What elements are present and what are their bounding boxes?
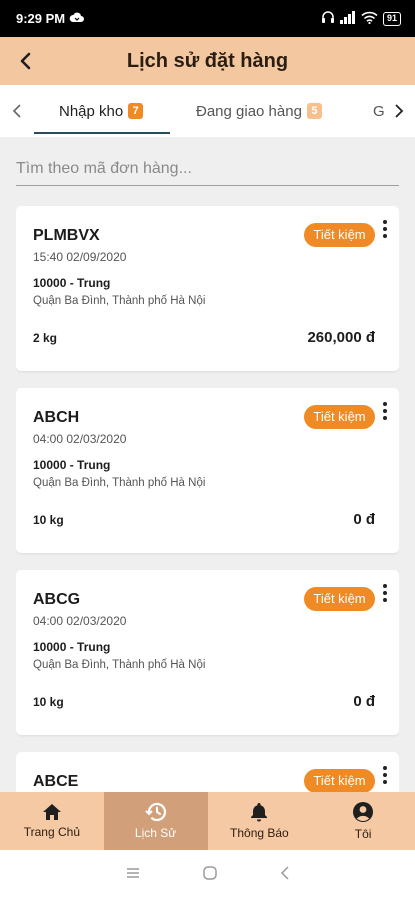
menu-icon[interactable] bbox=[126, 866, 140, 884]
system-back-icon[interactable] bbox=[280, 865, 290, 885]
shipping-type-badge: Tiết kiệm bbox=[304, 405, 375, 429]
back-button[interactable] bbox=[8, 43, 44, 79]
order-code: ABCG bbox=[33, 591, 81, 608]
order-code: PLMBVX bbox=[33, 227, 100, 244]
nav-account[interactable]: Tôi bbox=[311, 792, 415, 850]
tab-count-badge: 5 bbox=[306, 103, 322, 119]
order-date: 04:00 02/03/2020 bbox=[33, 614, 127, 628]
order-weight: 10 kg bbox=[33, 513, 64, 527]
shipping-type-badge: Tiết kiệm bbox=[304, 587, 375, 611]
order-price: 260,000 đ bbox=[307, 329, 375, 346]
order-weight: 10 kg bbox=[33, 695, 64, 709]
active-tab-indicator bbox=[34, 132, 170, 134]
account-icon bbox=[353, 802, 374, 822]
order-date: 15:40 02/09/2020 bbox=[33, 250, 127, 264]
home-button-icon[interactable] bbox=[202, 865, 218, 886]
nav-history[interactable]: Lịch Sử bbox=[103, 792, 208, 850]
history-icon bbox=[144, 802, 166, 822]
tab-nhap-kho[interactable]: Nhập kho 7 bbox=[59, 85, 144, 137]
order-receiver: 10000 - Trung bbox=[33, 640, 111, 654]
app-root: 9:29 PM 91 Lịch sử đặt hàng Nhập kho 7 Đ… bbox=[0, 0, 415, 900]
tab-label: G bbox=[373, 102, 385, 120]
order-card[interactable]: ABCH 04:00 02/03/2020 10000 - Trung Quận… bbox=[16, 388, 399, 553]
cloud-icon bbox=[69, 11, 85, 26]
chevron-left-icon bbox=[12, 104, 21, 118]
home-icon bbox=[42, 804, 61, 820]
app-bar: Lịch sử đặt hàng bbox=[0, 37, 415, 85]
more-options-icon[interactable] bbox=[378, 764, 392, 786]
tabs-scroll-left-button[interactable] bbox=[5, 95, 29, 127]
tab-dang-giao-hang[interactable]: Đang giao hàng 5 bbox=[196, 85, 322, 137]
order-price: 0 đ bbox=[353, 693, 375, 710]
nav-home[interactable]: Trang Chủ bbox=[0, 792, 104, 850]
tab-label: Nhập kho bbox=[59, 102, 124, 120]
order-card[interactable]: PLMBVX 15:40 02/09/2020 10000 - Trung Qu… bbox=[16, 206, 399, 371]
order-address: Quận Ba Đình, Thành phố Hà Nội bbox=[33, 659, 206, 671]
order-weight: 2 kg bbox=[33, 331, 58, 345]
order-address: Quận Ba Đình, Thành phố Hà Nội bbox=[33, 477, 206, 489]
more-options-icon[interactable] bbox=[378, 400, 392, 422]
chevron-right-icon bbox=[395, 104, 404, 118]
order-list[interactable]: PLMBVX 15:40 02/09/2020 10000 - Trung Qu… bbox=[16, 206, 399, 792]
signal-icon bbox=[339, 10, 356, 27]
tabs-scroll-right-button[interactable] bbox=[387, 95, 411, 127]
order-code: ABCE bbox=[33, 773, 79, 790]
status-left: 9:29 PM bbox=[16, 11, 85, 26]
more-options-icon[interactable] bbox=[378, 218, 392, 240]
order-search-input[interactable] bbox=[16, 152, 399, 186]
order-card[interactable]: ABCE Tiết kiệm bbox=[16, 752, 399, 792]
nav-label: Trang Chủ bbox=[23, 825, 80, 839]
order-receiver: 10000 - Trung bbox=[33, 458, 111, 472]
more-options-icon[interactable] bbox=[378, 582, 392, 604]
status-bar: 9:29 PM 91 bbox=[0, 0, 415, 37]
order-price: 0 đ bbox=[353, 511, 375, 528]
order-card[interactable]: ABCG 04:00 02/03/2020 10000 - Trung Quận… bbox=[16, 570, 399, 735]
page-title: Lịch sử đặt hàng bbox=[126, 49, 289, 72]
nav-notifications[interactable]: Thông Báo bbox=[208, 792, 312, 850]
tab-count-badge: 7 bbox=[128, 103, 144, 119]
tab-bar: Nhập kho 7 Đang giao hàng 5 G bbox=[0, 85, 415, 137]
nav-label: Lịch Sử bbox=[134, 826, 177, 840]
status-right: 91 bbox=[321, 10, 401, 27]
order-date: 04:00 02/03/2020 bbox=[33, 432, 127, 446]
order-address: Quận Ba Đình, Thành phố Hà Nội bbox=[33, 295, 206, 307]
status-time: 9:29 PM bbox=[16, 11, 66, 26]
tab-label: Đang giao hàng bbox=[196, 102, 302, 120]
headphones-icon bbox=[321, 10, 335, 27]
wifi-icon bbox=[361, 11, 378, 27]
shipping-type-badge: Tiết kiệm bbox=[304, 769, 375, 792]
tab-partial[interactable]: G bbox=[373, 85, 385, 137]
shipping-type-badge: Tiết kiệm bbox=[304, 223, 375, 247]
nav-label: Tôi bbox=[354, 827, 372, 841]
battery-indicator: 91 bbox=[382, 11, 401, 26]
back-arrow-icon bbox=[20, 52, 31, 70]
order-code: ABCH bbox=[33, 409, 80, 426]
bottom-navigation: Trang Chủ Lịch Sử Thông Báo Tôi bbox=[0, 792, 415, 850]
order-receiver: 10000 - Trung bbox=[33, 276, 111, 290]
system-navigation-bar bbox=[0, 850, 415, 900]
bell-icon bbox=[251, 803, 268, 822]
nav-label: Thông Báo bbox=[230, 826, 289, 840]
